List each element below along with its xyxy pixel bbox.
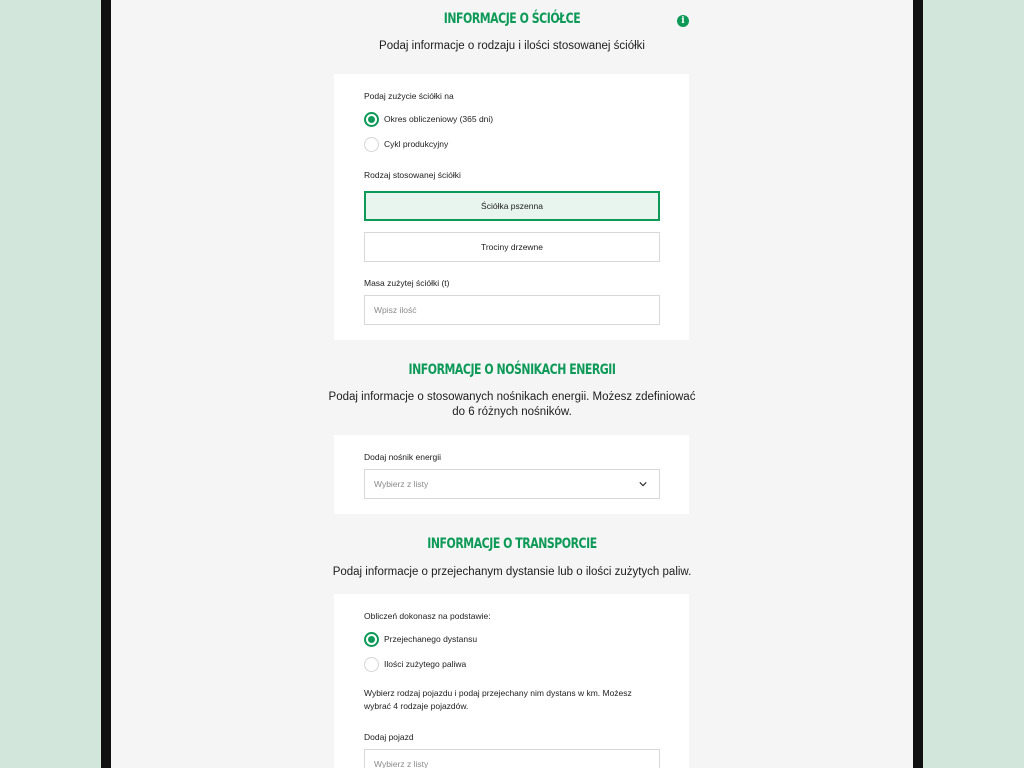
transport-card: Obliczeń dokonasz na podstawie: Przejech… xyxy=(334,594,689,768)
radio-distance-label: Przejechanego dystansu xyxy=(384,634,478,644)
form-screen: INFORMACJE O ŚCIÓŁCE i Podaj informacje … xyxy=(111,0,913,768)
radio-period-label: Okres obliczeniowy (365 dni) xyxy=(384,114,494,124)
radio-fuel[interactable]: Ilości zużytego paliwa xyxy=(364,656,466,672)
energy-section-subtitle-line1: Podaj informacje o stosowanych nośnikach… xyxy=(328,391,696,403)
radio-distance-control[interactable] xyxy=(364,631,379,647)
radio-fuel-label: Ilości zużytego paliwa xyxy=(384,659,467,669)
info-icon[interactable]: i xyxy=(677,15,689,27)
radio-period-control[interactable] xyxy=(364,111,379,127)
radio-fuel-control[interactable] xyxy=(364,656,379,672)
radio-cycle-control[interactable] xyxy=(364,136,379,152)
chevron-down-icon xyxy=(639,482,647,487)
transport-basis-label: Obliczeń dokonasz na podstawie: xyxy=(364,611,491,621)
sawdust-button[interactable]: Trociny drzewne xyxy=(364,232,660,262)
vehicle-select[interactable]: Wybierz z listy xyxy=(364,749,660,768)
energy-add-label: Dodaj nośnik energii xyxy=(364,452,442,462)
litter-usage-label: Podaj zużycie ściółki na xyxy=(364,91,454,101)
litter-section-subtitle: Podaj informacje o rodzaju i ilości stos… xyxy=(379,40,645,52)
vehicle-add-label: Dodaj pojazd xyxy=(364,732,414,742)
radio-cycle-label: Cykl produkcyjny xyxy=(384,139,449,149)
wheat-litter-button[interactable]: Ściółka pszenna xyxy=(364,191,660,221)
energy-section-subtitle-line2: do 6 różnych nośników. xyxy=(452,406,572,418)
device-frame: INFORMACJE O ŚCIÓŁCE i Podaj informacje … xyxy=(101,0,923,768)
litter-mass-input[interactable]: Wpisz ilość xyxy=(364,295,660,325)
litter-mass-label: Masa zużytej ściółki (t) xyxy=(364,278,450,288)
radio-cycle[interactable]: Cykl produkcyjny xyxy=(364,136,448,152)
transport-section-subtitle: Podaj informacje o przejechanym dystansi… xyxy=(332,566,692,578)
energy-section-title: INFORMACJE O NOŚNIKACH ENERGII xyxy=(408,362,616,378)
transport-helper-text: Wybierz rodzaj pojazdu i podaj przejecha… xyxy=(364,688,632,711)
energy-carrier-select[interactable]: Wybierz z listy xyxy=(364,469,660,499)
energy-select-placeholder: Wybierz z listy xyxy=(374,479,429,489)
litter-type-label: Rodzaj stosowanej ściółki xyxy=(364,170,461,180)
energy-card: Dodaj nośnik energii Wybierz z listy xyxy=(334,435,689,514)
radio-distance[interactable]: Przejechanego dystansu xyxy=(364,631,477,647)
litter-card: Podaj zużycie ściółki na Okres obliczeni… xyxy=(334,74,689,340)
radio-period[interactable]: Okres obliczeniowy (365 dni) xyxy=(364,111,493,127)
transport-section-title: INFORMACJE O TRANSPORCIE xyxy=(427,536,597,552)
litter-section-title: INFORMACJE O ŚCIÓŁCE xyxy=(443,11,581,27)
